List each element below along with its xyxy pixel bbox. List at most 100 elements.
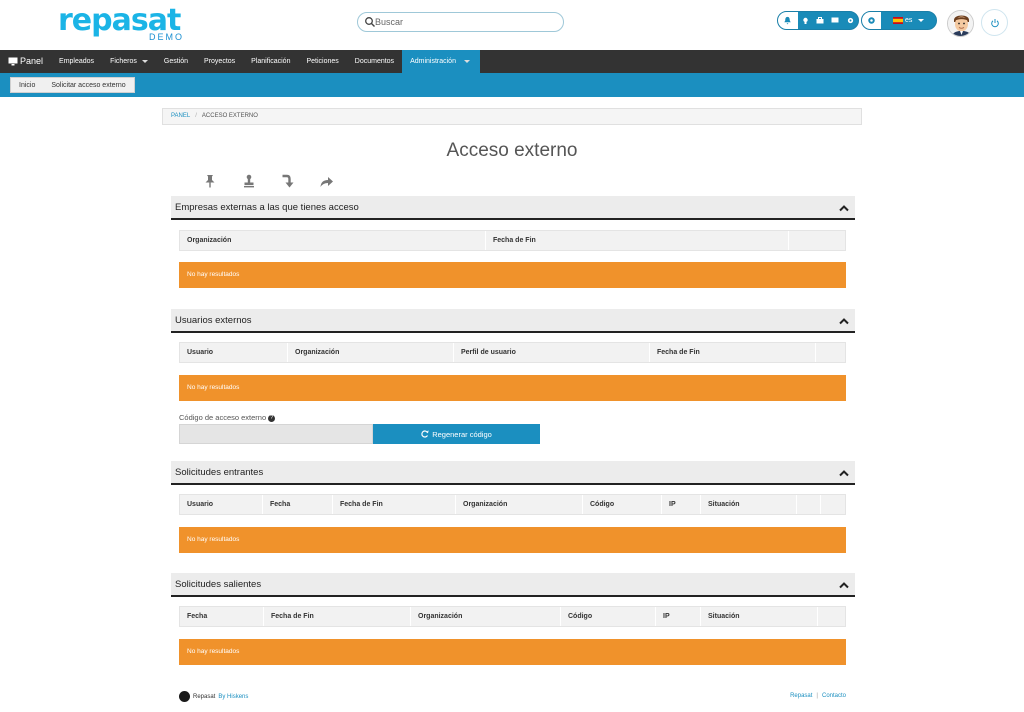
footer-separator: | xyxy=(816,693,818,699)
regenerate-code-label: Regenerar código xyxy=(432,429,492,439)
section-solicitudes-entrantes: Solicitudes entrantes Usuario Fecha Fech… xyxy=(171,461,855,556)
section-title: Empresas externas a las que tienes acces… xyxy=(175,202,359,213)
nav-ficheros[interactable]: Ficheros xyxy=(102,50,156,73)
sub-navbar: Inicio Solicitar acceso externo xyxy=(0,73,1024,97)
empty-results-banner: No hay resultados xyxy=(179,375,846,401)
notifications-group xyxy=(777,11,859,30)
access-code-label-text: Código de acceso externo xyxy=(179,413,267,422)
pin-icon[interactable] xyxy=(190,171,229,191)
column-header[interactable]: Organización xyxy=(411,607,561,626)
regenerate-code-button[interactable]: Regenerar código xyxy=(373,424,540,444)
chevron-up-icon[interactable] xyxy=(839,317,849,325)
arrow-down-turn-icon[interactable] xyxy=(268,171,307,191)
subnav-tabs: Inicio Solicitar acceso externo xyxy=(10,77,135,93)
search-box xyxy=(357,12,564,32)
nav-empleados[interactable]: Empleados xyxy=(51,50,102,73)
column-header[interactable]: IP xyxy=(662,495,701,514)
nav-administracion-label: Administración xyxy=(410,58,456,65)
column-header[interactable]: Fecha de Fin xyxy=(650,343,816,362)
language-selector[interactable]: es xyxy=(881,12,936,29)
column-header[interactable]: Usuario xyxy=(180,495,263,514)
lightbulb-icon[interactable] xyxy=(798,12,814,29)
subnav-inicio[interactable]: Inicio xyxy=(11,82,43,89)
spain-flag-icon xyxy=(893,17,904,24)
user-avatar[interactable] xyxy=(947,10,974,37)
logo-edition: DEMO xyxy=(149,32,184,42)
repasat-logo[interactable]: repasat DEMO xyxy=(58,4,186,43)
nav-administracion[interactable]: Administración xyxy=(402,50,480,73)
chevron-up-icon[interactable] xyxy=(839,581,849,589)
empty-results-banner: No hay resultados xyxy=(179,639,846,665)
monitor-icon xyxy=(8,57,18,66)
column-header[interactable]: Situación xyxy=(701,495,797,514)
stamp-icon[interactable] xyxy=(229,171,268,191)
nav-planificacion[interactable]: Planificación xyxy=(243,50,298,73)
section-header[interactable]: Empresas externas a las que tienes acces… xyxy=(171,196,855,220)
column-header xyxy=(816,343,845,362)
question-circle-icon[interactable]: ? xyxy=(268,414,276,422)
nav-peticiones[interactable]: Peticiones xyxy=(298,50,346,73)
caret-down-icon xyxy=(463,59,470,63)
access-code-label: Código de acceso externo? xyxy=(179,413,276,422)
search-input[interactable] xyxy=(375,14,555,30)
nav-panel-label: Panel xyxy=(20,56,44,66)
section-header[interactable]: Solicitudes entrantes xyxy=(171,461,855,485)
breadcrumb-current: ACCESO EXTERNO xyxy=(201,113,258,119)
column-header[interactable]: Situación xyxy=(701,607,818,626)
footer-by-link[interactable]: By Hiskens xyxy=(218,694,248,700)
column-header[interactable]: Código xyxy=(561,607,656,626)
top-header: repasat DEMO Buscar es xyxy=(0,0,1024,50)
column-header[interactable]: IP xyxy=(656,607,701,626)
section-title: Usuarios externos xyxy=(175,315,252,326)
column-header[interactable]: Fecha xyxy=(180,607,264,626)
column-header[interactable]: Fecha de Fin xyxy=(486,231,789,250)
column-header[interactable]: Fecha de Fin xyxy=(333,495,456,514)
chevron-up-icon[interactable] xyxy=(839,469,849,477)
footer-brand: Repasat By Hiskens xyxy=(179,691,248,702)
message-icon[interactable] xyxy=(828,12,843,29)
briefcase-icon[interactable] xyxy=(813,12,828,29)
language-code: es xyxy=(905,17,913,24)
bell-icon[interactable] xyxy=(778,12,798,29)
breadcrumb-separator: / xyxy=(195,113,197,119)
power-icon xyxy=(990,18,999,27)
table-header-usuarios: Usuario Organización Perfil de usuario F… xyxy=(179,342,846,363)
column-header[interactable]: Organización xyxy=(288,343,454,362)
footer-link-contacto[interactable]: Contacto xyxy=(822,693,846,699)
nav-panel[interactable]: Panel xyxy=(0,50,51,73)
column-header[interactable]: Usuario xyxy=(180,343,288,362)
action-toolbar xyxy=(190,171,346,191)
main-navbar: Panel Empleados Ficheros Gestión Proyect… xyxy=(0,50,1024,73)
column-header[interactable]: Fecha xyxy=(263,495,333,514)
share-icon[interactable] xyxy=(307,171,346,191)
breadcrumb: PANEL / ACCESO EXTERNO xyxy=(162,108,862,125)
column-header xyxy=(789,231,845,250)
chevron-up-icon[interactable] xyxy=(839,204,849,212)
nav-gestion[interactable]: Gestión xyxy=(156,50,196,73)
subnav-solicitar-acceso[interactable]: Solicitar acceso externo xyxy=(43,82,133,89)
column-header[interactable]: Perfil de usuario xyxy=(454,343,650,362)
table-header-entrantes: Usuario Fecha Fecha de Fin Organización … xyxy=(179,494,846,515)
column-header[interactable]: Código xyxy=(583,495,662,514)
section-empresas-externas: Empresas externas a las que tienes acces… xyxy=(171,196,855,291)
caret-down-icon xyxy=(918,19,925,22)
power-button[interactable] xyxy=(981,9,1008,36)
nav-proyectos[interactable]: Proyectos xyxy=(196,50,243,73)
settings-gear-icon[interactable] xyxy=(862,12,882,29)
column-header xyxy=(797,495,821,514)
column-header[interactable]: Organización xyxy=(180,231,486,250)
column-header[interactable]: Organización xyxy=(456,495,583,514)
footer-link-repasat[interactable]: Repasat xyxy=(790,693,812,699)
column-header[interactable]: Fecha de Fin xyxy=(264,607,411,626)
breadcrumb-panel[interactable]: PANEL xyxy=(171,113,190,119)
column-header xyxy=(821,495,845,514)
empty-results-banner: No hay resultados xyxy=(179,527,846,553)
table-header-empresas: Organización Fecha de Fin xyxy=(179,230,846,251)
nav-documentos[interactable]: Documentos xyxy=(347,50,402,73)
section-header[interactable]: Usuarios externos xyxy=(171,309,855,333)
section-title: Solicitudes salientes xyxy=(175,579,262,590)
gear-icon[interactable] xyxy=(842,12,858,29)
section-header[interactable]: Solicitudes salientes xyxy=(171,573,855,597)
refresh-icon xyxy=(421,430,429,438)
access-code-field[interactable] xyxy=(179,424,373,444)
